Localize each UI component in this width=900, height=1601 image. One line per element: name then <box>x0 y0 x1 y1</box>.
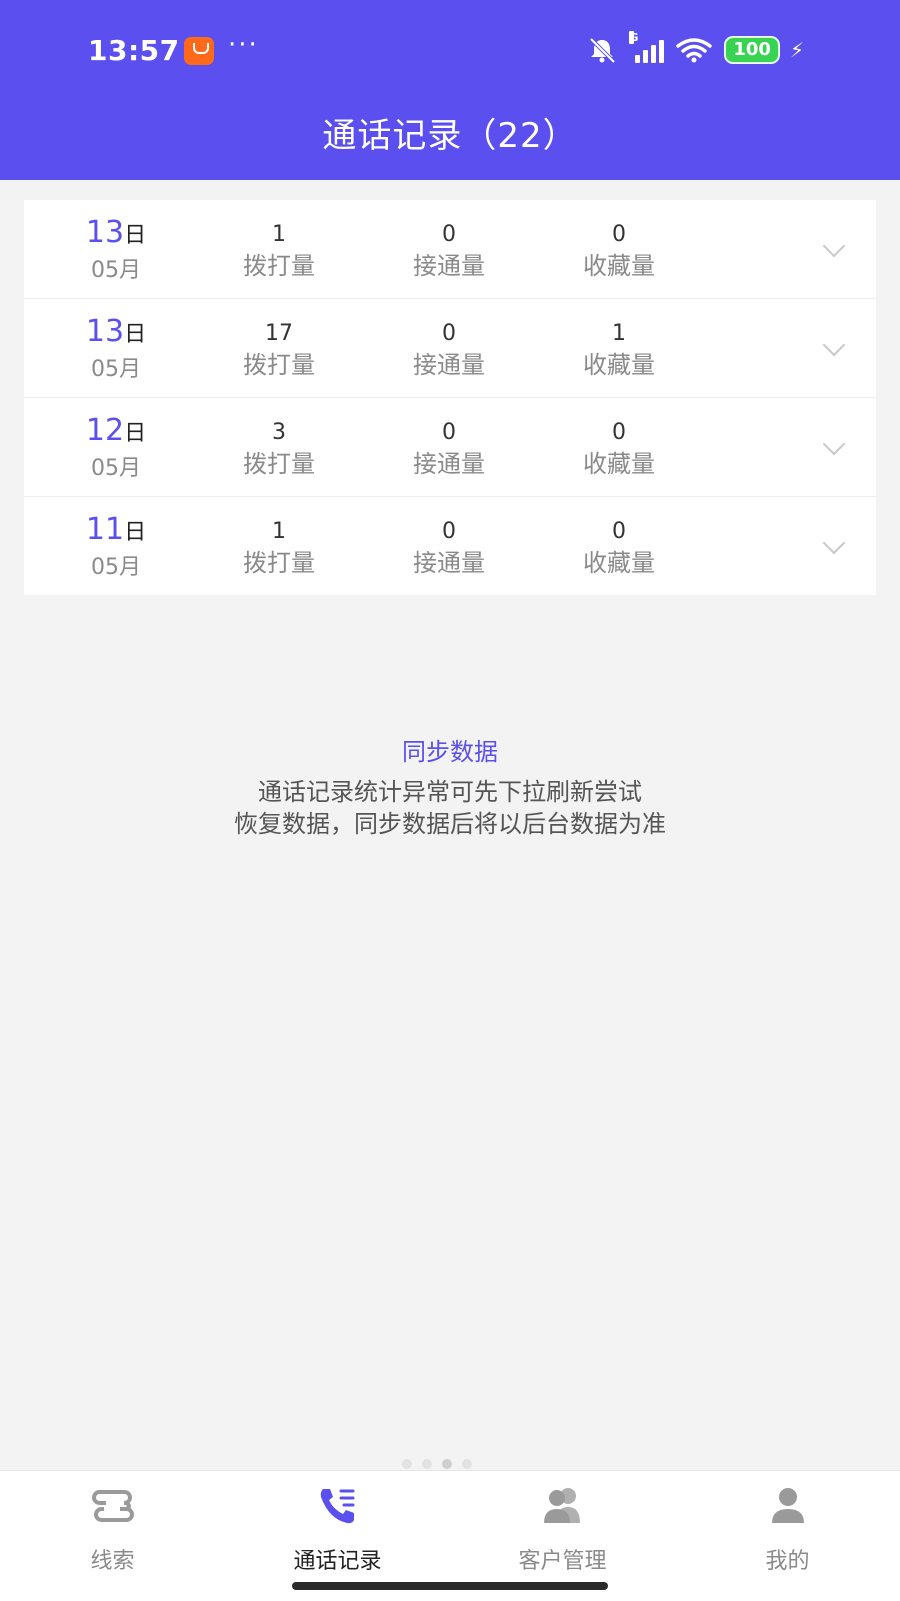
status-time: 13:57 <box>88 34 180 67</box>
page-dot-active <box>442 1459 452 1469</box>
record-month: 05月 <box>91 357 141 382</box>
record-day: 13 <box>85 314 125 349</box>
favorited-label: 收藏量 <box>583 351 655 379</box>
favorited-label: 收藏量 <box>583 252 655 280</box>
cell-signal-icon: G <box>629 31 665 63</box>
favorited-stat: 0 收藏量 <box>564 220 674 282</box>
record-day: 13 <box>85 215 125 250</box>
call-record-row[interactable]: 11日 05月 1 拨打量 0 接通量 0 收藏量 <box>24 497 876 595</box>
silent-bell-icon <box>589 37 616 64</box>
page-title: 通话记录（22） <box>322 116 578 156</box>
charging-icon: ⚡ <box>789 38 804 62</box>
favorited-stat: 0 收藏量 <box>564 418 674 480</box>
page-dot <box>422 1459 432 1469</box>
connected-stat: 0 接通量 <box>394 418 504 480</box>
user-icon <box>772 1488 804 1523</box>
connected-count: 0 <box>442 420 456 445</box>
home-indicator[interactable] <box>292 1582 608 1590</box>
connected-label: 接通量 <box>413 252 485 280</box>
dialed-stat: 17 拨打量 <box>224 319 334 381</box>
status-more-icon: ··· <box>228 30 259 60</box>
chevron-down-icon[interactable] <box>822 333 846 357</box>
dialed-count: 17 <box>265 321 293 346</box>
nav-label-call-records: 通话记录 <box>293 1549 382 1574</box>
connected-stat: 0 接通量 <box>394 319 504 381</box>
record-day: 11 <box>85 512 125 547</box>
sync-hint-line-2: 恢复数据，同步数据后将以后台数据为准 <box>234 810 666 838</box>
dialed-stat: 3 拨打量 <box>224 418 334 480</box>
favorited-count: 0 <box>612 420 626 445</box>
favorited-label: 收藏量 <box>583 549 655 577</box>
record-month: 05月 <box>91 258 141 283</box>
favorited-count: 0 <box>612 519 626 544</box>
connected-stat: 0 接通量 <box>394 220 504 282</box>
wifi-icon <box>676 38 713 63</box>
nav-item-leads[interactable]: 线索 <box>0 1471 225 1581</box>
day-suffix: 日 <box>124 421 147 446</box>
favorited-count: 1 <box>612 321 626 346</box>
call-record-row[interactable]: 12日 05月 3 拨打量 0 接通量 0 收藏量 <box>24 398 876 497</box>
favorited-label: 收藏量 <box>583 450 655 478</box>
nav-item-customers[interactable]: 客户管理 <box>450 1471 675 1581</box>
favorited-count: 0 <box>612 222 626 247</box>
call-record-row[interactable]: 13日 05月 1 拨打量 0 接通量 0 收藏量 <box>24 200 876 299</box>
app-header: 13:57 ··· G 100 ⚡ 通话记录（22） <box>0 0 900 180</box>
route-icon <box>92 1490 134 1522</box>
connected-label: 接通量 <box>413 549 485 577</box>
nav-item-call-records[interactable]: 通话记录 <box>225 1471 450 1581</box>
nav-item-me[interactable]: 我的 <box>675 1471 900 1581</box>
page-dot <box>462 1459 472 1469</box>
sync-hint: 通话记录统计异常可先下拉刷新尝试 恢复数据，同步数据后将以后台数据为准 <box>150 776 750 840</box>
dialed-count: 1 <box>272 222 286 247</box>
record-date: 13日 05月 <box>76 315 156 383</box>
dialed-label: 拨打量 <box>243 252 315 280</box>
sync-data-link[interactable]: 同步数据 <box>0 732 900 767</box>
call-record-list: 13日 05月 1 拨打量 0 接通量 0 收藏量 13日 05月 17 拨打量… <box>24 200 876 595</box>
call-record-row[interactable]: 13日 05月 17 拨打量 0 接通量 1 收藏量 <box>24 299 876 398</box>
day-suffix: 日 <box>124 223 147 248</box>
connected-count: 0 <box>442 321 456 346</box>
chevron-down-icon[interactable] <box>822 234 846 258</box>
connected-label: 接通量 <box>413 351 485 379</box>
connected-count: 0 <box>442 222 456 247</box>
record-day: 12 <box>85 413 125 448</box>
dialed-stat: 1 拨打量 <box>224 220 334 282</box>
battery-indicator: 100 <box>724 36 780 64</box>
connected-label: 接通量 <box>413 450 485 478</box>
favorited-stat: 0 收藏量 <box>564 517 674 579</box>
notification-app-icon <box>184 37 214 65</box>
dialed-count: 3 <box>272 420 286 445</box>
record-month: 05月 <box>91 555 141 580</box>
page-dot <box>402 1459 412 1469</box>
dialed-label: 拨打量 <box>243 450 315 478</box>
page-indicator <box>402 1459 472 1469</box>
record-date: 12日 05月 <box>76 414 156 482</box>
record-date: 11日 05月 <box>76 513 156 581</box>
nav-label-me: 我的 <box>765 1549 810 1574</box>
nav-label-leads: 线索 <box>90 1549 135 1574</box>
status-icons: G 100 ⚡ <box>585 31 804 64</box>
connected-stat: 0 接通量 <box>394 517 504 579</box>
dialed-label: 拨打量 <box>243 351 315 379</box>
dialed-label: 拨打量 <box>243 549 315 577</box>
chevron-down-icon[interactable] <box>822 531 846 555</box>
record-date: 13日 05月 <box>76 216 156 284</box>
phone-list-icon <box>320 1489 355 1524</box>
nav-label-customers: 客户管理 <box>518 1549 607 1574</box>
dialed-count: 1 <box>272 519 286 544</box>
day-suffix: 日 <box>124 322 147 347</box>
sync-hint-line-1: 通话记录统计异常可先下拉刷新尝试 <box>258 778 642 806</box>
favorited-stat: 1 收藏量 <box>564 319 674 381</box>
dialed-stat: 1 拨打量 <box>224 517 334 579</box>
chevron-down-icon[interactable] <box>822 432 846 456</box>
day-suffix: 日 <box>124 520 147 545</box>
users-icon <box>544 1488 580 1523</box>
connected-count: 0 <box>442 519 456 544</box>
record-month: 05月 <box>91 456 141 481</box>
